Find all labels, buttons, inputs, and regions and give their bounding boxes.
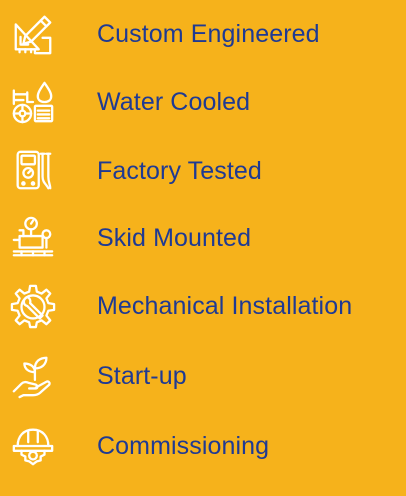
feature-label: Mechanical Installation xyxy=(97,291,353,320)
feature-item-water-cooled: Water Cooled xyxy=(0,72,406,132)
feature-item-custom-engineered: Custom Engineered xyxy=(0,4,406,64)
feature-label: Skid Mounted xyxy=(97,223,252,252)
hard-hat-gear-icon xyxy=(8,421,58,471)
water-cooled-pump-icon xyxy=(8,77,58,127)
feature-label: Start-up xyxy=(97,361,187,390)
feature-label: Factory Tested xyxy=(97,156,262,185)
skid-gauge-icon xyxy=(8,213,58,263)
feature-label: Commissioning xyxy=(97,431,270,460)
feature-item-start-up: Start-up xyxy=(0,346,406,406)
feature-item-commissioning: Commissioning xyxy=(0,416,406,476)
drafting-tools-icon xyxy=(8,9,58,59)
feature-label: Custom Engineered xyxy=(97,19,320,48)
multimeter-icon xyxy=(8,146,58,196)
gear-wrench-icon xyxy=(8,281,58,331)
sprout-hand-icon xyxy=(8,351,58,401)
feature-item-factory-tested: Factory Tested xyxy=(0,141,406,201)
feature-item-skid-mounted: Skid Mounted xyxy=(0,208,406,268)
feature-label: Water Cooled xyxy=(97,87,251,116)
feature-item-mechanical-installation: Mechanical Installation xyxy=(0,276,406,336)
feature-list: Custom Engineered Water Cooled Factory T… xyxy=(0,0,406,496)
